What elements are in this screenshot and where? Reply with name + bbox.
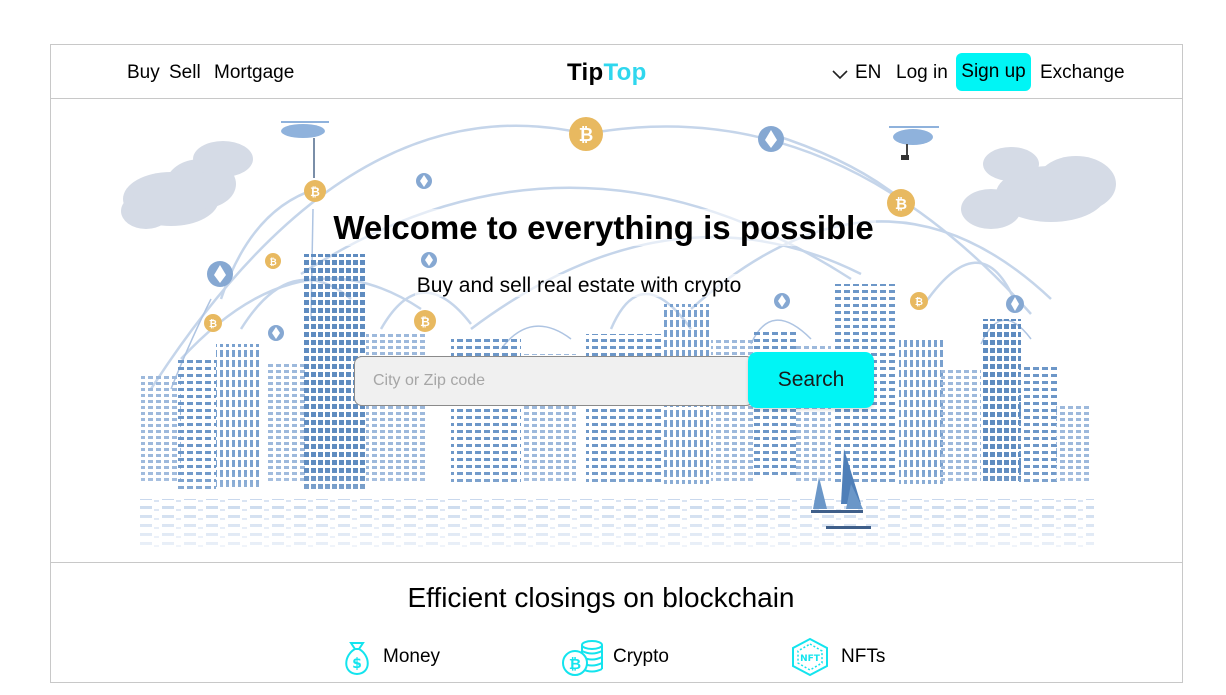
crypto-city-illustration: ₿ ₿ ₿ ₿ ₿ ₿ ₿ — [121, 117, 1116, 559]
helicopter-left — [281, 121, 329, 178]
svg-text:₿: ₿ — [209, 318, 217, 330]
hero-subtitle-text: Buy and sell real estate with crypto — [414, 274, 744, 297]
page-frame: Buy Sell Mortgage TipTop EN Log in Sign … — [50, 44, 1183, 683]
svg-text:₿: ₿ — [579, 125, 594, 146]
login-link[interactable]: Log in — [896, 62, 948, 84]
nav-link-mortgage[interactable]: Mortgage — [214, 62, 294, 84]
top-navigation: Buy Sell Mortgage TipTop EN Log in Sign … — [51, 45, 1182, 99]
svg-text:₿: ₿ — [269, 257, 276, 268]
svg-text:NFT: NFT — [800, 654, 821, 664]
brand-logo[interactable]: TipTop — [567, 59, 647, 87]
features-title: Efficient closings on blockchain — [407, 582, 795, 613]
logo-text-accent: Top — [603, 59, 647, 86]
exchange-link[interactable]: Exchange — [1040, 62, 1125, 84]
logo-text-primary: Tip — [567, 59, 604, 86]
hero-subtitle: Buy and sell real estate with crypto — [51, 273, 1107, 299]
search-button[interactable]: Search — [748, 352, 874, 408]
nav-link-sell[interactable]: Sell — [169, 62, 201, 84]
nav-link-buy[interactable]: Buy — [127, 62, 160, 84]
feature-nfts-label: NFTs — [841, 646, 886, 667]
svg-text:₿: ₿ — [420, 315, 430, 329]
svg-text:$: $ — [352, 656, 362, 672]
feature-crypto-label: Crypto — [613, 646, 669, 667]
money-bag-icon: $ — [345, 642, 369, 676]
language-selector[interactable]: EN — [832, 62, 881, 84]
svg-text:₿: ₿ — [310, 185, 320, 199]
helicopter-right — [889, 126, 939, 160]
hero-title-text: Welcome to everything is possible — [331, 209, 876, 246]
hero-section: ₿ ₿ ₿ ₿ ₿ ₿ ₿ Welcome to everything is p… — [51, 99, 1182, 563]
crypto-coins-icon: ₿ — [562, 640, 603, 676]
language-label: EN — [855, 62, 882, 83]
nft-badge-icon: NFT — [792, 637, 828, 677]
chevron-down-icon — [832, 70, 848, 80]
signup-button[interactable]: Sign up — [956, 53, 1031, 91]
feature-money-label: Money — [383, 646, 441, 667]
search-input[interactable] — [354, 356, 754, 406]
hero-title: Welcome to everything is possible — [51, 208, 1156, 248]
svg-text:₿: ₿ — [569, 655, 581, 673]
